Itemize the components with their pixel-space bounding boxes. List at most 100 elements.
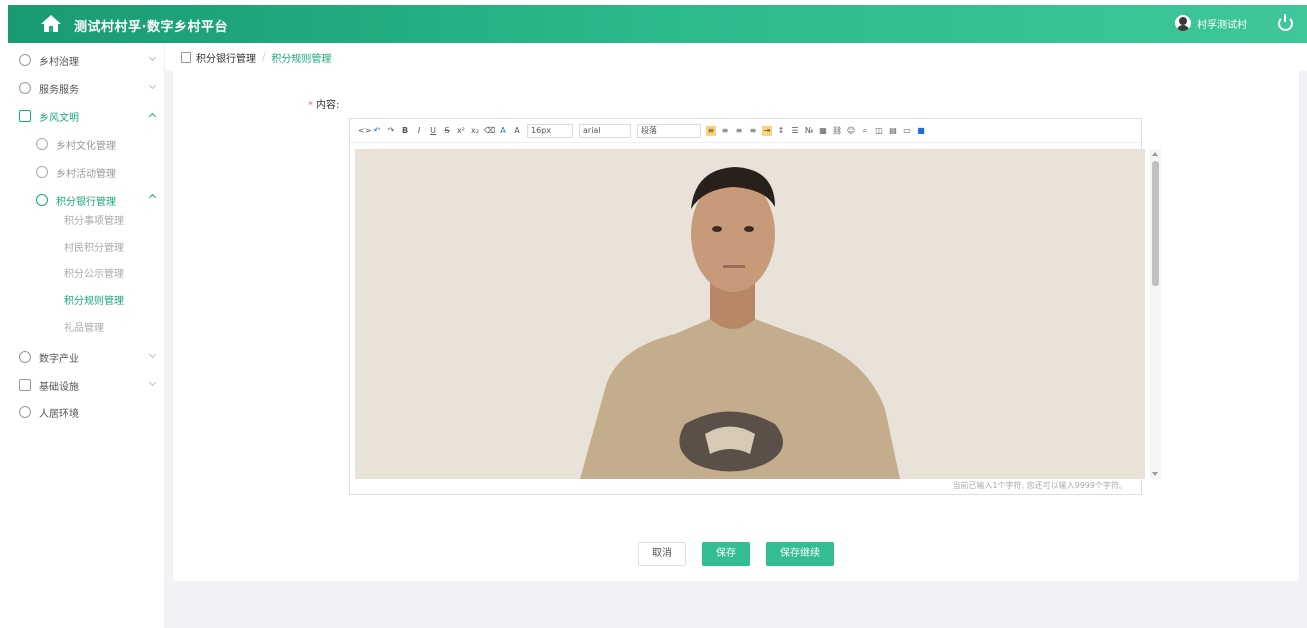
italic-icon[interactable]: I xyxy=(414,126,424,136)
editor-toolbar: <> ↶ ↷ B I U S x² x₂ ⌫ A A 16px arial 段落… xyxy=(350,119,1141,143)
infrastructure-icon xyxy=(19,379,31,391)
fullscreen-icon[interactable]: ■ xyxy=(916,126,926,136)
align-center-icon[interactable]: ≡ xyxy=(720,126,730,136)
culture-icon xyxy=(36,138,48,150)
undo-icon[interactable]: ↶ xyxy=(372,126,382,136)
breadcrumb-current: 积分规则管理 xyxy=(271,53,332,65)
scroll-up-arrow-icon[interactable] xyxy=(1152,152,1158,156)
chevron-up-icon xyxy=(148,193,157,202)
sidebar-leaf-points-items[interactable]: 积分事项管理 xyxy=(64,210,124,234)
editor-content-image[interactable] xyxy=(355,149,1145,479)
align-left-icon[interactable]: ≡ xyxy=(706,125,716,136)
sidebar-item-digital-industry[interactable]: 数字产业 xyxy=(8,345,165,369)
sidebar-leaf-gifts[interactable]: 礼品管理 xyxy=(64,317,104,341)
save-button[interactable]: 保存 xyxy=(702,542,750,566)
chevron-down-icon xyxy=(148,378,157,387)
sidebar-item-label: 人居环境 xyxy=(39,408,79,420)
image-icon[interactable]: ▭ xyxy=(902,126,912,136)
main-content: 积分银行管理 / 积分规则管理 * 内容: <> ↶ ↷ B I U S x² x… xyxy=(165,43,1307,628)
user-name: 村孚测试村 xyxy=(1197,19,1247,31)
list-icon[interactable]: ☰ xyxy=(790,126,800,136)
breadcrumb-parent[interactable]: 积分银行管理 xyxy=(196,50,256,65)
bold-icon[interactable]: B xyxy=(400,126,410,136)
app-title: 测试村村孚·数字乡村平台 xyxy=(74,20,228,35)
paragraph-value: 段落 xyxy=(641,126,657,135)
cancel-button[interactable]: 取消 xyxy=(638,542,686,566)
sidebar-item-label: 乡村治理 xyxy=(39,56,79,68)
subscript-icon[interactable]: x₂ xyxy=(470,126,480,136)
chevron-down-icon xyxy=(148,53,157,62)
sidebar-item-village-governance[interactable]: 乡村治理 xyxy=(8,48,165,72)
emoji-icon[interactable]: ☺ xyxy=(846,126,856,136)
preview-icon[interactable]: ◫ xyxy=(874,126,884,136)
sidebar-leaf-points-publicity[interactable]: 积分公示管理 xyxy=(64,263,124,287)
word-count: 当前已输入1个字符, 您还可以输入9999个字符。 xyxy=(952,481,1127,490)
paragraph-select[interactable]: 段落 xyxy=(637,123,701,138)
align-justify-icon[interactable]: ≡ xyxy=(748,126,758,136)
scroll-thumb[interactable] xyxy=(1152,161,1159,286)
breadcrumb: 积分银行管理 / 积分规则管理 xyxy=(165,43,1307,71)
sidebar-leaf-points-rules[interactable]: 积分规则管理 xyxy=(64,290,124,314)
highlight-icon[interactable]: A xyxy=(512,126,522,136)
redo-icon[interactable]: ↷ xyxy=(386,126,396,136)
sidebar-item-label: 乡风文明 xyxy=(39,112,79,124)
user-avatar-icon xyxy=(1175,15,1191,31)
rich-text-editor[interactable]: <> ↶ ↷ B I U S x² x₂ ⌫ A A 16px arial 段落… xyxy=(349,118,1161,495)
civilization-icon xyxy=(19,110,31,122)
align-right-icon[interactable]: ≡ xyxy=(734,126,744,136)
font-size-select[interactable]: 16px xyxy=(527,123,573,138)
form-card: * 内容: <> ↶ ↷ B I U S x² x₂ ⌫ A A 16px ari… xyxy=(173,71,1299,581)
chevron-down-icon xyxy=(148,81,157,90)
strikethrough-icon[interactable]: S xyxy=(442,126,452,136)
sidebar-sub-label: 乡村活动管理 xyxy=(56,168,116,180)
breadcrumb-separator: / xyxy=(262,51,266,63)
sidebar-sub-culture[interactable]: 乡村文化管理 xyxy=(8,132,165,156)
industry-icon xyxy=(19,351,31,363)
sidebar-sub-label: 积分银行管理 xyxy=(56,196,116,208)
sidebar-sub-points-bank[interactable]: 积分银行管理 xyxy=(8,188,165,212)
underline-icon[interactable]: U xyxy=(428,126,438,136)
ordered-list-icon[interactable]: № xyxy=(804,126,814,136)
source-code-icon[interactable]: <> xyxy=(358,126,371,136)
sidebar-item-label: 服务服务 xyxy=(39,84,79,96)
table-icon[interactable]: ▦ xyxy=(818,126,828,136)
scroll-down-arrow-icon[interactable] xyxy=(1152,472,1158,476)
services-icon xyxy=(19,82,31,94)
required-mark: * xyxy=(308,100,313,111)
font-family-select[interactable]: arial xyxy=(579,123,631,138)
content-label-text: 内容: xyxy=(316,100,340,111)
activities-icon xyxy=(36,166,48,178)
eraser-icon[interactable]: ⌫ xyxy=(484,126,495,136)
sidebar-sub-label: 乡村文化管理 xyxy=(56,140,116,152)
document-icon xyxy=(181,51,191,63)
points-bank-icon xyxy=(36,194,48,206)
logout-power-icon[interactable] xyxy=(1278,14,1293,31)
chevron-up-icon xyxy=(148,112,157,121)
font-family-value: arial xyxy=(583,126,601,135)
link-icon[interactable]: ⛓ xyxy=(832,126,842,136)
sidebar-leaf-villager-points[interactable]: 村民积分管理 xyxy=(64,237,124,261)
sidebar-item-services[interactable]: 服务服务 xyxy=(8,76,165,100)
search-icon[interactable]: ⌕ xyxy=(860,126,870,136)
font-color-icon[interactable]: A xyxy=(498,126,508,136)
logo-icon xyxy=(41,15,61,32)
chevron-down-icon xyxy=(148,350,157,359)
form-actions: 取消 保存 保存继续 xyxy=(638,542,850,566)
governance-icon xyxy=(19,54,31,66)
sidebar-item-label: 数字产业 xyxy=(39,353,79,365)
font-size-value: 16px xyxy=(531,126,551,135)
save-continue-button[interactable]: 保存继续 xyxy=(766,542,834,566)
sidebar-item-environment[interactable]: 人居环境 xyxy=(8,400,165,424)
line-height-icon[interactable]: ↕ xyxy=(776,126,786,136)
superscript-icon[interactable]: x² xyxy=(456,126,466,136)
user-menu[interactable]: 村孚测试村 xyxy=(1175,15,1247,31)
template-icon[interactable]: ▤ xyxy=(888,126,898,136)
editor-scrollbar[interactable] xyxy=(1150,149,1161,479)
person-photo xyxy=(355,149,1145,479)
sidebar-item-infrastructure[interactable]: 基础设施 xyxy=(8,373,165,397)
sidebar-sub-activities[interactable]: 乡村活动管理 xyxy=(8,160,165,184)
indent-icon[interactable]: ⇥ xyxy=(762,125,772,136)
top-header: 测试村村孚·数字乡村平台 村孚测试村 xyxy=(8,5,1307,43)
content-field-label: * 内容: xyxy=(308,96,339,111)
sidebar-item-civilization[interactable]: 乡风文明 xyxy=(8,104,165,128)
